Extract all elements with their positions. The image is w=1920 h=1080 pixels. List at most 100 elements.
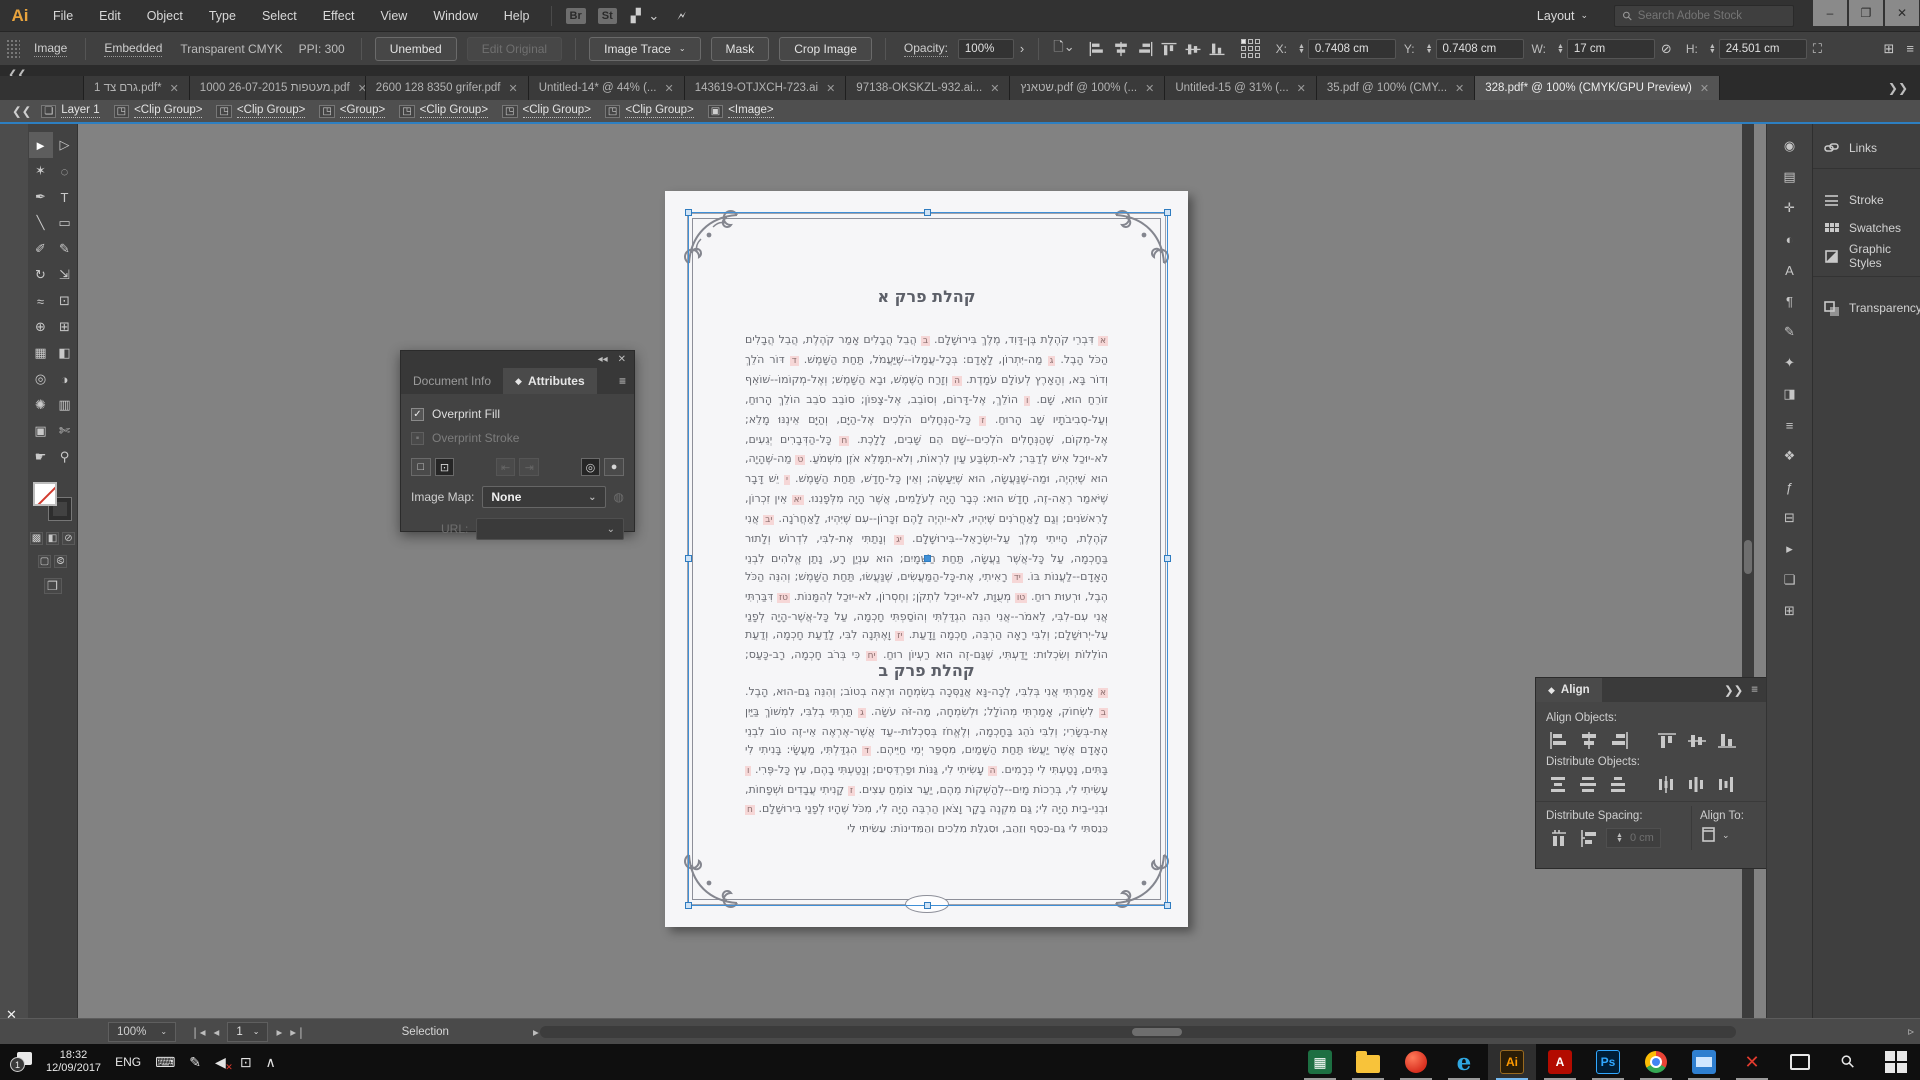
- share-icon[interactable]: 🗲: [677, 8, 688, 24]
- scale-tool[interactable]: ⇲: [53, 262, 77, 288]
- language-indicator[interactable]: ENG: [115, 1055, 141, 1069]
- workspace-switcher-icon[interactable]: ▞ ⌄: [631, 8, 662, 24]
- gradient-tool[interactable]: ◧: [53, 340, 77, 366]
- paintbrush-tool[interactable]: ✐: [29, 236, 53, 262]
- image-map-select[interactable]: None ⌄: [482, 486, 605, 508]
- dock-panel-icon[interactable]: ⊞: [1884, 41, 1895, 57]
- align-to-selector[interactable]: ⌄: [1700, 826, 1756, 844]
- collapse-panel-icon[interactable]: ◂◂: [598, 354, 608, 365]
- align-h-center-icon[interactable]: [1111, 40, 1131, 58]
- distribute-left-button[interactable]: [1654, 772, 1680, 796]
- tab-close-icon[interactable]: ✕: [358, 82, 366, 95]
- panel-artboards-icon[interactable]: ⊞: [1776, 599, 1804, 623]
- panel-menu-icon[interactable]: ≡: [611, 368, 634, 394]
- blend-tool[interactable]: ◑: [53, 366, 77, 392]
- panel-glyphs-icon[interactable]: ƒ: [1776, 475, 1804, 499]
- document-tab[interactable]: 1 גרם צד.pdf*✕: [84, 76, 190, 100]
- menu-item-select[interactable]: Select: [249, 0, 310, 32]
- taskbar-app-edge[interactable]: e: [1440, 1044, 1488, 1080]
- document-tab[interactable]: 328.pdf* @ 100% (CMYK/GPU Preview)✕: [1475, 76, 1720, 100]
- distribute-h-center-button[interactable]: [1684, 772, 1710, 796]
- stock-button[interactable]: St: [598, 8, 617, 24]
- perspective-grid-tool[interactable]: ⊞: [53, 314, 77, 340]
- horizontal-scrollbar-thumb[interactable]: [1132, 1028, 1182, 1036]
- taskbar-clock[interactable]: 18:32 12/09/2017: [46, 1049, 101, 1075]
- tab-close-icon[interactable]: ✕: [1145, 82, 1154, 95]
- draw-behind-button[interactable]: ⧀: [54, 555, 67, 568]
- menu-item-edit[interactable]: Edit: [86, 0, 134, 32]
- x-field[interactable]: 0.7408 cm: [1308, 39, 1396, 59]
- panel-pathfinder-icon[interactable]: ❖: [1776, 444, 1804, 468]
- taskbar-app-folder[interactable]: [1344, 1044, 1392, 1080]
- panel-color-guide-icon[interactable]: ▤: [1776, 165, 1804, 189]
- taskbar-app-browser-red[interactable]: [1392, 1044, 1440, 1080]
- align-v-center-icon[interactable]: [1183, 40, 1203, 58]
- status-readout[interactable]: Selection: [402, 1026, 449, 1038]
- tab-close-icon[interactable]: ✕: [1700, 82, 1709, 95]
- chevron-down-icon[interactable]: ⌄: [679, 44, 686, 53]
- lasso-tool[interactable]: ◌: [53, 158, 77, 184]
- breadcrumb-item[interactable]: ▣<Image>: [708, 104, 774, 118]
- panel-menu-icon[interactable]: ≡: [1906, 41, 1914, 56]
- gradient-mode-button[interactable]: ◧: [46, 532, 59, 545]
- none-mode-button[interactable]: ⊘: [62, 532, 75, 545]
- zoom-level-dropdown[interactable]: 100% ⌄: [108, 1022, 176, 1042]
- overprint-fill-checkbox[interactable]: ✓: [411, 408, 424, 421]
- selection-tool[interactable]: ►: [29, 132, 53, 158]
- tab-document-info[interactable]: Document Info: [401, 368, 503, 394]
- artboard-number-field[interactable]: 1 ⌄: [227, 1022, 268, 1042]
- spacing-horizontal-button[interactable]: [1546, 826, 1572, 850]
- back-arrows-icon[interactable]: ❮❮: [12, 104, 31, 118]
- tab-close-icon[interactable]: ✕: [664, 82, 673, 95]
- menu-item-type[interactable]: Type: [196, 0, 249, 32]
- document-tab[interactable]: שטאנץ.pdf @ 100% (...✕: [1010, 76, 1165, 100]
- dock-panel-swatches[interactable]: Swatches: [1813, 214, 1920, 242]
- chevron-right-icon[interactable]: ›: [1020, 41, 1024, 56]
- eyedropper-tool[interactable]: ◎: [29, 366, 53, 392]
- align-bottom-button[interactable]: [1714, 728, 1740, 752]
- panel-paragraph-icon[interactable]: ¶: [1776, 289, 1804, 313]
- taskbar-app-acrobat[interactable]: A: [1536, 1044, 1584, 1080]
- horizontal-scrollbar[interactable]: [540, 1026, 1736, 1038]
- menu-item-file[interactable]: File: [40, 0, 86, 32]
- tab-close-icon[interactable]: ✕: [170, 82, 179, 95]
- align-h-center-button[interactable]: [1576, 728, 1602, 752]
- opacity-field[interactable]: 100%: [958, 39, 1014, 59]
- panel-actions-icon[interactable]: ▸: [1776, 537, 1804, 561]
- draw-normal-button[interactable]: ▢: [38, 555, 51, 568]
- mesh-tool[interactable]: ▦: [29, 340, 53, 366]
- tab-attributes[interactable]: ◆ Attributes: [503, 368, 597, 394]
- column-graph-tool[interactable]: ▥: [53, 392, 77, 418]
- menu-item-object[interactable]: Object: [134, 0, 196, 32]
- fill-rule-nonzero-button[interactable]: ◎: [581, 458, 601, 476]
- hand-tool[interactable]: ☛: [29, 444, 53, 470]
- tab-close-icon[interactable]: ✕: [826, 82, 835, 95]
- notification-center-icon[interactable]: 1: [10, 1052, 32, 1072]
- breadcrumb-item[interactable]: ◳<Clip Group>: [605, 104, 694, 118]
- line-segment-tool[interactable]: ╲: [29, 210, 53, 236]
- touch-keyboard-icon[interactable]: ⌨: [155, 1054, 175, 1071]
- panel-layers-icon[interactable]: ❏: [1776, 568, 1804, 592]
- layout-dropdown[interactable]: Layout ⌄: [1537, 9, 1588, 23]
- dock-panel-links[interactable]: Links: [1813, 134, 1920, 162]
- menu-item-effect[interactable]: Effect: [310, 0, 368, 32]
- align-left-button[interactable]: [1546, 728, 1572, 752]
- scroll-right-icon[interactable]: ▹: [1908, 1024, 1914, 1038]
- transform-icon[interactable]: ⛶: [1813, 41, 1822, 57]
- align-bottom-icon[interactable]: [1207, 40, 1227, 58]
- unembed-button[interactable]: Unembed: [375, 37, 457, 61]
- fill-none-swatch[interactable]: [33, 482, 57, 506]
- align-right-icon[interactable]: [1135, 40, 1155, 58]
- document-tab[interactable]: 143619-OTJXCH-723.ai✕: [685, 76, 847, 100]
- document-tab[interactable]: 35.pdf @ 100% (CMY...✕: [1317, 76, 1475, 100]
- taskbar-search[interactable]: ⚲: [1824, 1044, 1872, 1080]
- panel-stroke-icon[interactable]: ≡: [1776, 413, 1804, 437]
- color-mode-button[interactable]: ▩: [30, 532, 43, 545]
- panel-libraries-icon[interactable]: ⊟: [1776, 506, 1804, 530]
- next-artboard-icon[interactable]: ▸: [276, 1025, 282, 1039]
- dock-panel-transparency[interactable]: Transparency: [1813, 294, 1920, 322]
- breadcrumb-item[interactable]: ◳<Clip Group>: [114, 104, 203, 118]
- reference-point-selector[interactable]: [1241, 39, 1260, 58]
- dock-panel-graphic-styles[interactable]: Graphic Styles: [1813, 242, 1920, 270]
- stepper-icon[interactable]: ▲▼: [1557, 44, 1564, 54]
